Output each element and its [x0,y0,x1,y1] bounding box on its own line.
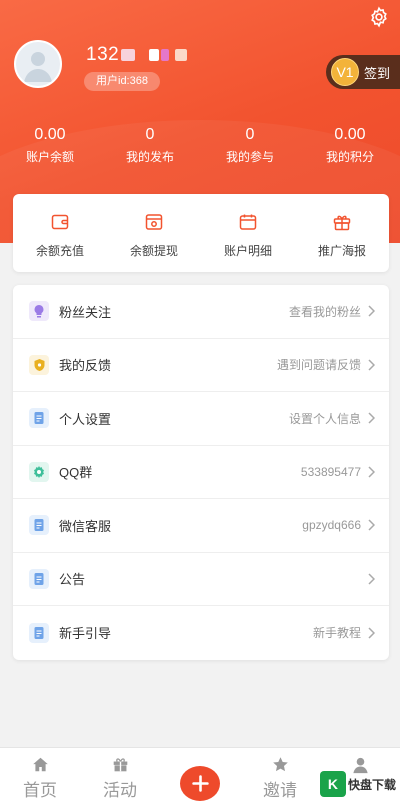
watermark-logo: K 快盘下载 [319,771,396,797]
redacted-username-block [121,48,136,61]
menu-item-value: gpzydq666 [302,518,361,533]
action-recharge[interactable]: 余额充值 [13,194,107,272]
stat-value: 0 [245,126,255,143]
action-account-details[interactable]: 账户明细 [201,194,295,272]
person-icon [24,52,52,82]
gift-icon [333,215,351,231]
shield-icon [29,354,49,375]
chevron-right-icon [368,466,375,478]
plus-icon [180,766,220,801]
menu-item-fans[interactable]: 粉丝关注 查看我的粉丝 [13,285,389,339]
menu-item-title: 粉丝关注 [59,304,112,320]
chevron-right-icon [368,519,375,531]
menu-item-value: 设置个人信息 [288,411,361,426]
chevron-right-icon [368,412,375,424]
star-icon [272,757,288,772]
document-icon [29,408,49,429]
redacted-username-block [175,48,188,61]
vip-level-badge: V1 [331,58,359,86]
user-id-badge: 用户id:368 [84,72,160,91]
stats-row: 0.00 账户余额 0 我的发布 0 我的参与 0.00 我的积分 [0,124,400,165]
menu-item-title: 我的反馈 [59,358,112,374]
chevron-right-icon [368,573,375,585]
menu-item-title: 新手引导 [59,626,112,642]
menu-item-announcement[interactable]: 公告 [13,553,389,606]
document-icon [29,622,49,643]
stat-balance[interactable]: 0.00 账户余额 [0,124,100,165]
username-text: 132 [86,44,120,65]
stat-label: 账户余额 [25,150,74,164]
settings-menu: 粉丝关注 查看我的粉丝 我的反馈 遇到问题请反馈 个人设置 设置个人信息 QQ群… [13,285,389,660]
gift-icon [113,758,127,772]
menu-item-title: 个人设置 [59,411,112,427]
redacted-username-block [161,48,170,61]
avatar[interactable] [14,40,62,88]
stat-value: 0.00 [334,126,366,143]
chevron-right-icon [368,359,375,371]
stat-points[interactable]: 0.00 我的积分 [300,124,400,165]
menu-item-title: QQ群 [59,465,93,481]
stat-participated[interactable]: 0 我的参与 [200,124,300,165]
signin-label: 签到 [364,65,391,81]
bulb-icon [29,301,49,322]
document-icon [29,515,49,536]
chevron-right-icon [368,627,375,639]
menu-item-value: 新手教程 [312,626,361,641]
menu-item-value: 查看我的粉丝 [288,304,361,319]
action-label: 账户明细 [223,244,272,258]
wallet-icon [51,214,69,230]
action-label: 余额提现 [129,244,178,258]
menu-item-beginner-guide[interactable]: 新手引导 新手教程 [13,606,389,660]
menu-item-value: 533895477 [300,464,361,479]
document-icon [29,568,49,589]
menu-item-qq-group[interactable]: QQ群 533895477 [13,446,389,499]
menu-item-title: 微信客服 [59,518,112,534]
menu-item-value: 遇到问题请反馈 [276,358,361,373]
action-label: 推广海报 [317,244,366,258]
action-withdraw[interactable]: 余额提现 [107,194,201,272]
quick-actions-card: 余额充值 余额提现 账户明细 推广海报 [13,194,389,272]
stat-label: 我的发布 [125,150,174,164]
stat-label: 我的积分 [325,150,374,164]
stat-published[interactable]: 0 我的发布 [100,124,200,165]
bottom-tab-bar: 首页 活动 邀请 K 快盘下载 [0,747,400,801]
action-label: 余额充值 [35,244,84,258]
stat-value: 0 [145,126,155,143]
home-icon [32,757,48,772]
menu-item-feedback[interactable]: 我的反馈 遇到问题请反馈 [13,339,389,392]
gear-icon [29,461,49,482]
chevron-right-icon [368,305,375,317]
calendar-icon [239,214,257,230]
username: 132 [86,44,188,66]
tab-label: 活动 [103,781,137,800]
tab-label: 首页 [23,781,57,800]
signin-button[interactable]: V1 签到 [326,55,400,89]
stat-label: 我的参与 [225,150,274,164]
tab-activity[interactable]: 活动 [80,748,160,801]
tab-home[interactable]: 首页 [0,748,80,801]
menu-item-wechat-service[interactable]: 微信客服 gpzydq666 [13,499,389,553]
action-promo-poster[interactable]: 推广海报 [295,194,389,272]
menu-item-personal-settings[interactable]: 个人设置 设置个人信息 [13,392,389,446]
tab-label: 邀请 [263,781,297,800]
watermark-mark: K [319,771,346,797]
stat-value: 0.00 [34,126,66,143]
tab-publish[interactable] [160,748,240,801]
settings-gear-icon[interactable] [368,6,390,28]
watermark-text: 快盘下载 [347,777,396,792]
redacted-username-block [149,48,160,61]
menu-item-title: 公告 [59,572,86,588]
safe-box-icon [145,214,163,230]
tab-invite[interactable]: 邀请 [240,748,320,801]
